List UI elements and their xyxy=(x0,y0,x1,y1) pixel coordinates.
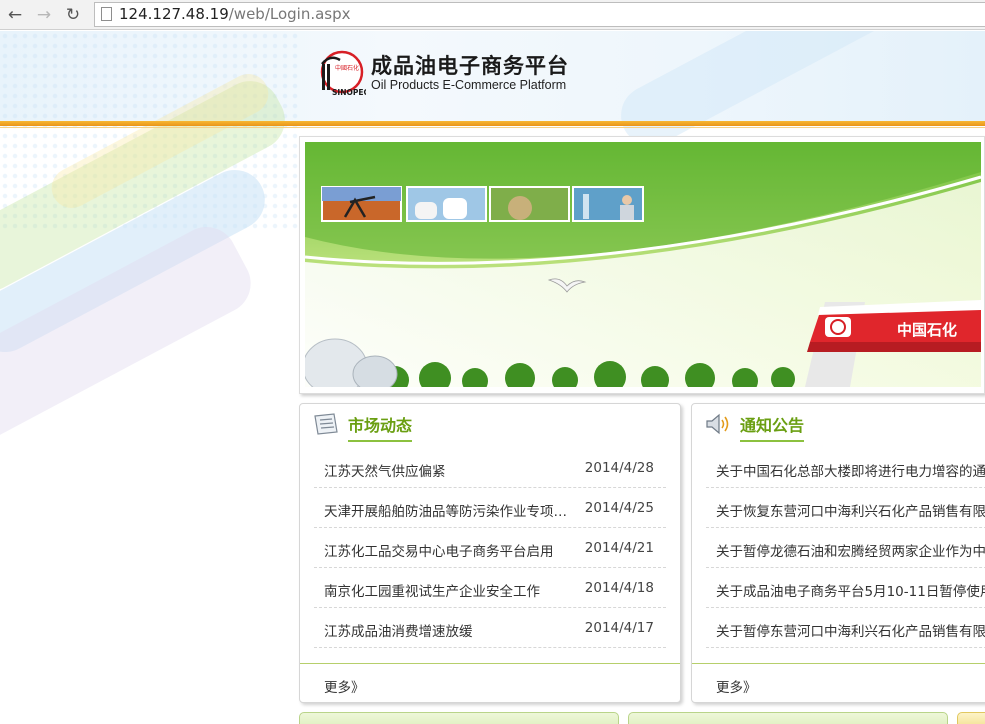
banner-illustration: 中国石化 xyxy=(305,142,981,387)
banner: 中国石化 xyxy=(299,136,985,394)
market-news-title: 市场动态 xyxy=(348,412,413,442)
news-date: 2014/4/25 xyxy=(584,500,654,516)
list-item[interactable]: 关于中国石化总部大楼即将进行电力增容的通知 xyxy=(706,448,985,488)
page-icon xyxy=(101,7,112,21)
sinopec-logo-icon: 中國石化 SINOPEC xyxy=(320,50,366,97)
panel-divider xyxy=(692,663,985,664)
banner-image: 中国石化 xyxy=(305,142,981,387)
list-item[interactable]: 关于恢复东营河口中海利兴石化产品销售有限公司 xyxy=(706,488,985,528)
forward-arrow-icon[interactable]: → xyxy=(33,4,55,26)
list-item[interactable]: 关于暂停龙德石油和宏腾经贸两家企业作为中 xyxy=(706,528,985,568)
url-path: /web/Login.aspx xyxy=(228,5,351,23)
header-orange-rule xyxy=(0,121,985,126)
list-item[interactable]: 天津开展船舶防油品等防污染作业专项… 2014/4/25 xyxy=(314,488,666,528)
bottom-panel-tab[interactable] xyxy=(628,712,948,724)
news-title[interactable]: 江苏成品油消费增速放缓 xyxy=(324,620,576,640)
banner-thumbnails xyxy=(321,186,644,222)
news-title[interactable]: 南京化工园重视试生产企业安全工作 xyxy=(324,580,576,600)
list-item[interactable]: 关于暂停东营河口中海利兴石化产品销售有限公司 xyxy=(706,608,985,648)
news-title[interactable]: 天津开展船舶防油品等防污染作业专项… xyxy=(324,500,576,520)
reload-icon[interactable]: ↻ xyxy=(62,4,84,26)
list-item[interactable]: 关于成品油电子商务平台5月10-11日暂停使用 xyxy=(706,568,985,608)
address-bar[interactable]: 124.127.48.19/web/Login.aspx xyxy=(94,2,985,27)
bottom-panel-tab[interactable] xyxy=(299,712,619,724)
station-sign-text: 中国石化 xyxy=(897,321,957,339)
notice-title[interactable]: 关于中国石化总部大楼即将进行电力增容的通知 xyxy=(716,460,985,480)
list-item[interactable]: 江苏成品油消费增速放缓 2014/4/17 xyxy=(314,608,666,648)
news-title[interactable]: 江苏化工品交易中心电子商务平台启用 xyxy=(324,540,576,560)
panel-divider xyxy=(300,663,680,664)
news-date: 2014/4/18 xyxy=(584,580,654,596)
market-news-list: 江苏天然气供应偏紧 2014/4/28 天津开展船舶防油品等防污染作业专项… 2… xyxy=(314,448,666,648)
market-news-more-link[interactable]: 更多》 xyxy=(324,676,365,696)
market-news-panel: 市场动态 江苏天然气供应偏紧 2014/4/28 天津开展船舶防油品等防污染作业… xyxy=(299,403,681,703)
notice-title[interactable]: 关于恢复东营河口中海利兴石化产品销售有限公司 xyxy=(716,500,985,520)
notice-title[interactable]: 关于暂停龙德石油和宏腾经贸两家企业作为中 xyxy=(716,540,985,560)
list-item[interactable]: 江苏化工品交易中心电子商务平台启用 2014/4/21 xyxy=(314,528,666,568)
bottom-panel-tab[interactable] xyxy=(957,712,985,724)
site-logo[interactable]: 中國石化 SINOPEC 成品油电子商务平台 Oil Products E-Co… xyxy=(318,48,598,98)
logo-script: 中國石化 xyxy=(335,64,359,72)
news-title[interactable]: 江苏天然气供应偏紧 xyxy=(324,460,576,480)
notice-title[interactable]: 关于暂停东营河口中海利兴石化产品销售有限公司 xyxy=(716,620,985,640)
url-host: 124.127.48.19 xyxy=(119,5,229,23)
notices-title: 通知公告 xyxy=(740,412,805,442)
list-item[interactable]: 江苏天然气供应偏紧 2014/4/28 xyxy=(314,448,666,488)
page-background: 中國石化 SINOPEC 成品油电子商务平台 Oil Products E-Co… xyxy=(0,31,985,724)
back-arrow-icon[interactable]: ← xyxy=(4,4,26,26)
speaker-icon xyxy=(706,413,729,435)
browser-toolbar: ← → ↻ 124.127.48.19/web/Login.aspx xyxy=(0,0,985,30)
site-title-en: Oil Products E-Commerce Platform xyxy=(371,78,567,92)
notices-panel: 通知公告 关于中国石化总部大楼即将进行电力增容的通知 关于恢复东营河口中海利兴石… xyxy=(691,403,985,703)
list-item[interactable]: 南京化工园重视试生产企业安全工作 2014/4/18 xyxy=(314,568,666,608)
notices-list: 关于中国石化总部大楼即将进行电力增容的通知 关于恢复东营河口中海利兴石化产品销售… xyxy=(706,448,985,648)
news-date: 2014/4/28 xyxy=(584,460,654,476)
logo-wordmark: SINOPEC xyxy=(332,88,366,97)
header-orange-rule-thin xyxy=(0,127,985,128)
site-title-cn: 成品油电子商务平台 xyxy=(371,54,569,78)
notice-title[interactable]: 关于成品油电子商务平台5月10-11日暂停使用 xyxy=(716,580,985,600)
url-text[interactable]: 124.127.48.19/web/Login.aspx xyxy=(119,5,351,23)
news-date: 2014/4/17 xyxy=(584,620,654,636)
news-date: 2014/4/21 xyxy=(584,540,654,556)
newspaper-icon xyxy=(314,413,338,435)
notices-more-link[interactable]: 更多》 xyxy=(716,676,757,696)
